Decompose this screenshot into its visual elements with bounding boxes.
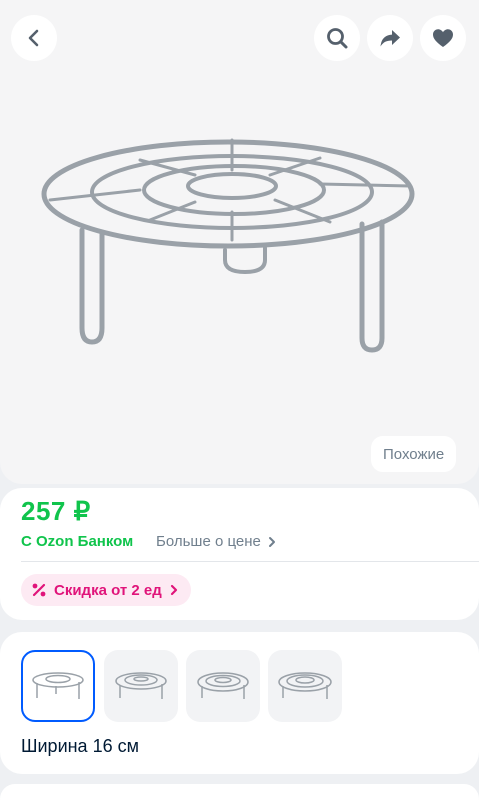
more-about-price-link[interactable]: Больше о цене bbox=[156, 533, 277, 550]
share-arrow-icon bbox=[380, 30, 400, 47]
chevron-right-icon bbox=[170, 584, 177, 596]
variant-width-label: Ширина 16 см bbox=[21, 736, 139, 756]
chevron-left-icon bbox=[28, 29, 39, 47]
more-about-price-label: Больше о цене bbox=[156, 533, 261, 550]
product-gallery[interactable]: Похожие bbox=[0, 0, 479, 484]
variant-thumbnail-image bbox=[32, 672, 84, 699]
variant-thumb-selected[interactable] bbox=[21, 650, 95, 722]
next-section-card bbox=[0, 784, 479, 800]
share-button[interactable] bbox=[367, 15, 413, 61]
discount-label: Скидка от 2 ед bbox=[54, 581, 162, 599]
similar-label: Похожие bbox=[383, 445, 445, 463]
product-image[interactable] bbox=[20, 120, 460, 370]
divider bbox=[21, 561, 479, 562]
variant-thumbnail-image bbox=[115, 672, 167, 699]
price-value: 257 ₽ bbox=[21, 496, 91, 526]
favorite-button[interactable] bbox=[420, 15, 466, 61]
variant-thumbnail-image bbox=[278, 672, 332, 699]
back-button[interactable] bbox=[11, 15, 57, 61]
variant-thumb[interactable] bbox=[268, 650, 342, 722]
variant-thumb[interactable] bbox=[186, 650, 260, 722]
variant-thumb[interactable] bbox=[104, 650, 178, 722]
variant-thumbnail-image bbox=[197, 672, 249, 699]
search-icon bbox=[327, 28, 348, 49]
ozon-bank-price-label[interactable]: С Ozon Банком bbox=[21, 533, 133, 550]
percent-icon bbox=[32, 583, 46, 597]
similar-products-button[interactable]: Похожие bbox=[371, 436, 457, 472]
quantity-discount-badge[interactable]: Скидка от 2 ед bbox=[21, 574, 191, 606]
search-button[interactable] bbox=[314, 15, 360, 61]
heart-icon bbox=[433, 29, 453, 47]
chevron-right-icon bbox=[268, 536, 275, 547]
